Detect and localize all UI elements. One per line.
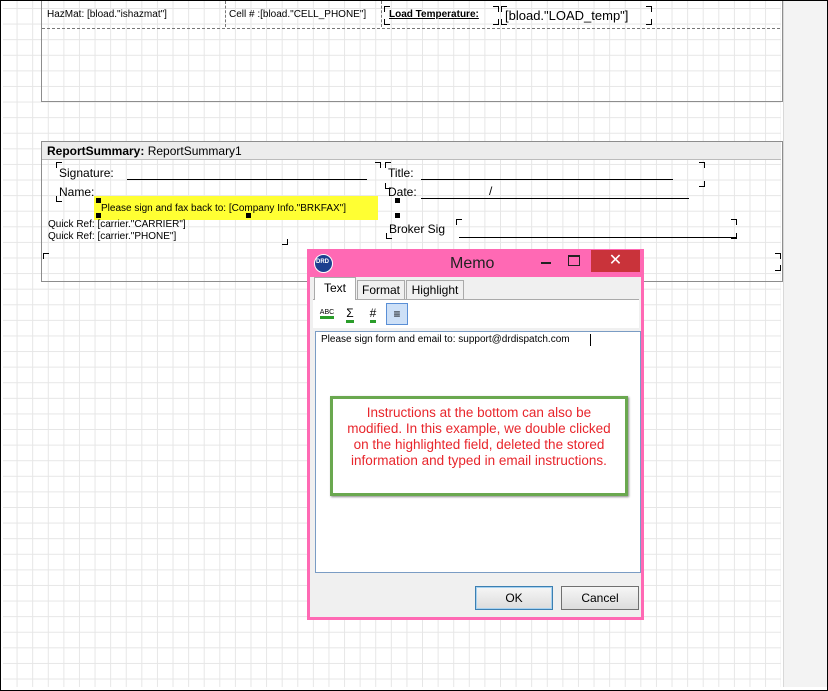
load-temp-value-field[interactable]: [bload."LOAD_temp"] (505, 8, 628, 23)
quick-ref-carrier[interactable]: Quick Ref: [carrier."CARRIER"] (48, 219, 186, 230)
title-label[interactable]: Title: (388, 166, 414, 180)
close-icon: ✕ (608, 252, 623, 269)
callout-text: Instructions at the bottom can also be m… (347, 405, 611, 468)
load-temperature-label[interactable]: Load Temperature: (389, 9, 479, 20)
hash-icon[interactable]: # (363, 303, 383, 323)
cancel-button[interactable]: Cancel (561, 586, 639, 610)
fax-instructions-text[interactable]: Please sign and fax back to: [Company In… (101, 203, 346, 214)
memo-title: Memo (450, 255, 495, 272)
maximize-button[interactable] (563, 251, 585, 271)
name-label[interactable]: Name: (59, 185, 94, 199)
memo-titlebar[interactable]: DRD Memo ✕ (307, 249, 644, 277)
report-summary-band-name: ReportSummary1 (147, 144, 242, 158)
broker-sig-label[interactable]: Broker Sig (389, 222, 445, 236)
sum-icon[interactable]: Σ (340, 303, 360, 323)
tab-highlight[interactable]: Highlight (406, 280, 464, 299)
tab-text[interactable]: Text (314, 277, 356, 300)
report-summary-band-label: ReportSummary: (47, 144, 145, 158)
instruction-callout: Instructions at the bottom can also be m… (330, 396, 628, 496)
date-separators: / / (489, 184, 493, 198)
spellcheck-icon[interactable]: ABC (317, 303, 337, 323)
text-caret (590, 334, 591, 346)
ok-button[interactable]: OK (475, 586, 553, 610)
memo-editor-text[interactable]: Please sign form and email to: support@d… (321, 334, 570, 345)
quick-ref-phone[interactable]: Quick Ref: [carrier."PHONE"] (48, 231, 176, 242)
signature-label[interactable]: Signature: (59, 166, 114, 180)
minimize-button[interactable] (535, 251, 557, 271)
drd-logo-icon: DRD (314, 254, 333, 273)
hazmat-field[interactable]: HazMat: [bload."ishazmat"] (47, 9, 167, 20)
right-gutter (783, 1, 827, 687)
cell-phone-field[interactable]: Cell # :[bload."CELL_PHONE"] (229, 9, 366, 20)
align-icon[interactable]: ≡ (386, 303, 408, 325)
tab-format[interactable]: Format (357, 280, 405, 299)
report-designer-window: HazMat: [bload."ishazmat"] Cell # :[bloa… (0, 0, 828, 691)
memo-toolbar: ABC Σ # ≡ (313, 299, 639, 328)
date-label[interactable]: Date: (388, 185, 417, 199)
close-button[interactable]: ✕ (591, 250, 640, 272)
